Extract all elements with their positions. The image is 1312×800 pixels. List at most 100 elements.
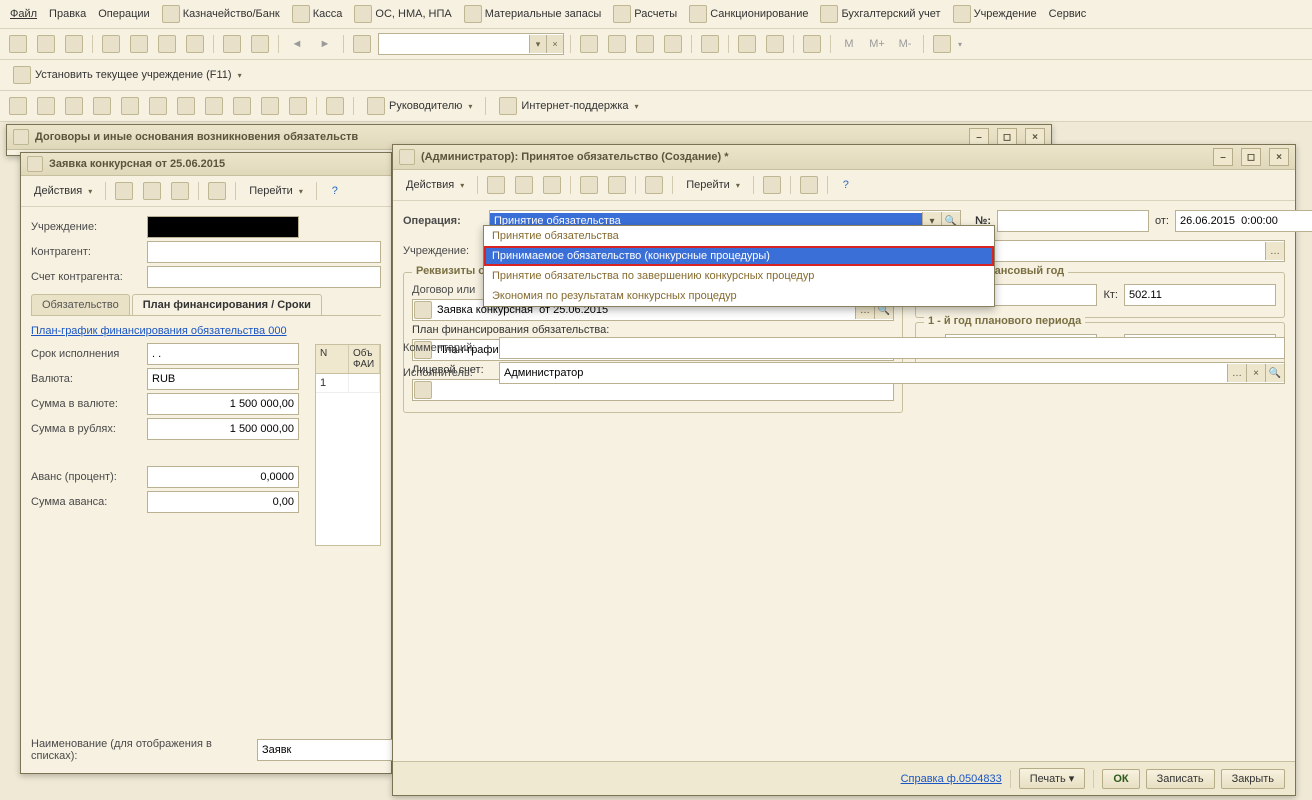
ob-tb3-icon[interactable] [540,173,564,197]
left-grid[interactable]: NОбъ ФАИ 1 [315,344,381,546]
r9-icon[interactable] [230,94,254,118]
op-dropdown[interactable]: Принятие обязательства Принимаемое обяза… [483,225,995,307]
new-doc-icon[interactable] [6,32,30,56]
op-option-3[interactable]: Экономия по результатам конкурсных проце… [484,286,994,306]
r10-icon[interactable] [258,94,282,118]
t1-icon[interactable] [577,32,601,56]
op-option-0[interactable]: Принятие обязательства [484,226,994,246]
search-input[interactable] [379,35,529,53]
r4-icon[interactable] [90,94,114,118]
t3-icon[interactable] [633,32,657,56]
r3-icon[interactable] [62,94,86,118]
ob-goto[interactable]: Перейти▾ [679,176,747,194]
rq-help-icon[interactable]: ? [323,179,347,203]
fwd-icon[interactable]: ► [313,32,337,56]
table-row[interactable]: 1 [316,374,380,393]
calendar-icon[interactable] [763,32,787,56]
menu-org[interactable]: Учреждение [949,3,1041,25]
num-field[interactable] [997,210,1149,232]
ob-max-icon[interactable]: ◻ [1241,148,1261,166]
menu-edit[interactable]: Правка [45,6,90,22]
org-field[interactable] [147,216,299,238]
t6-icon[interactable] [800,32,824,56]
close-button[interactable]: Закрыть [1221,769,1285,789]
menu-cash[interactable]: Касса [288,3,347,25]
ob-tb4-icon[interactable] [577,173,601,197]
menu-acc[interactable]: Бухгалтерский учет [816,3,944,25]
r8-icon[interactable] [202,94,226,118]
tools-icon[interactable] [930,32,954,56]
request-actions[interactable]: Действия▾ [27,182,99,200]
save-icon[interactable] [62,32,86,56]
exec-field[interactable]: …×🔍 [499,362,1285,384]
rq-tb2-icon[interactable] [140,179,164,203]
inet-button[interactable]: Интернет-поддержка▾ [492,94,645,118]
term-field[interactable] [147,343,299,365]
r7-icon[interactable] [174,94,198,118]
from-field[interactable]: 📅 [1175,210,1312,232]
comment-field[interactable] [499,337,1285,359]
t2-icon[interactable] [605,32,629,56]
r5-icon[interactable] [118,94,142,118]
acc-field[interactable] [147,266,381,288]
ob-tb7-icon[interactable] [760,173,784,197]
r1-icon[interactable] [6,94,30,118]
r-org-more-icon[interactable]: … [1265,242,1284,260]
sumrub-field[interactable] [147,418,299,440]
search-combo[interactable]: ▾× [378,33,564,55]
tab-obligation[interactable]: Обязательство [31,294,130,315]
ob-help-icon[interactable]: ? [834,173,858,197]
calc2-icon[interactable] [735,32,759,56]
menu-os[interactable]: ОС, НМА, НПА [350,3,455,25]
find-icon[interactable] [350,32,374,56]
open-icon[interactable] [34,32,58,56]
avanssum-field[interactable] [147,491,299,513]
ob-min-icon[interactable]: – [1213,148,1233,166]
undo-icon[interactable] [220,32,244,56]
tab-plan[interactable]: План финансирования / Сроки [132,294,322,315]
rq-tb3-icon[interactable] [168,179,192,203]
currency-field[interactable] [147,368,299,390]
menu-file[interactable]: Файл [6,6,41,22]
op-option-2[interactable]: Принятие обязательства по завершению кон… [484,266,994,286]
ob-tb5-icon[interactable] [605,173,629,197]
combo-x-icon[interactable]: × [546,35,563,53]
ob-tb6-icon[interactable] [642,173,666,197]
save-button[interactable]: Записать [1146,769,1215,789]
menu-treasury[interactable]: Казначейство/Банк [158,3,284,25]
menu-calc[interactable]: Расчеты [609,3,681,25]
avanspct-field[interactable] [147,466,299,488]
exec-more-icon[interactable]: … [1227,364,1246,382]
back-icon[interactable]: ◄ [285,32,309,56]
ruk-button[interactable]: Руководителю▾ [360,94,479,118]
exec-x-icon[interactable]: × [1246,364,1265,382]
ref-link[interactable]: Справка ф.0504833 [901,773,1002,785]
paste-icon[interactable] [155,32,179,56]
menu-service[interactable]: Сервис [1045,6,1091,22]
menu-mz[interactable]: Материальные запасы [460,3,606,25]
r11-icon[interactable] [286,94,310,118]
request-titlebar[interactable]: Заявка конкурсная от 25.06.2015 [21,153,391,176]
ob-actions[interactable]: Действия▾ [399,176,471,194]
t5-icon[interactable] [698,32,722,56]
r12-icon[interactable] [323,94,347,118]
request-goto[interactable]: Перейти▾ [242,182,310,200]
name-field[interactable] [257,739,409,761]
menu-operations[interactable]: Операции [94,6,153,22]
t4-icon[interactable] [661,32,685,56]
sumcur-field[interactable] [147,393,299,415]
rq-tb1-icon[interactable] [112,179,136,203]
combo-dd-icon[interactable]: ▾ [529,35,546,53]
r6-icon[interactable] [146,94,170,118]
contr-field[interactable] [147,241,381,263]
cur-kt-field[interactable] [1124,284,1276,306]
ob-tb8-icon[interactable] [797,173,821,197]
rq-tb4-icon[interactable] [205,179,229,203]
paste2-icon[interactable] [183,32,207,56]
r2-icon[interactable] [34,94,58,118]
op-option-1[interactable]: Принимаемое обязательство (конкурсные пр… [484,246,994,266]
ok-button[interactable]: ОК [1102,769,1139,789]
exec-search-icon[interactable]: 🔍 [1265,364,1284,382]
ob-tb2-icon[interactable] [512,173,536,197]
print-button[interactable]: Печать ▾ [1019,768,1086,789]
